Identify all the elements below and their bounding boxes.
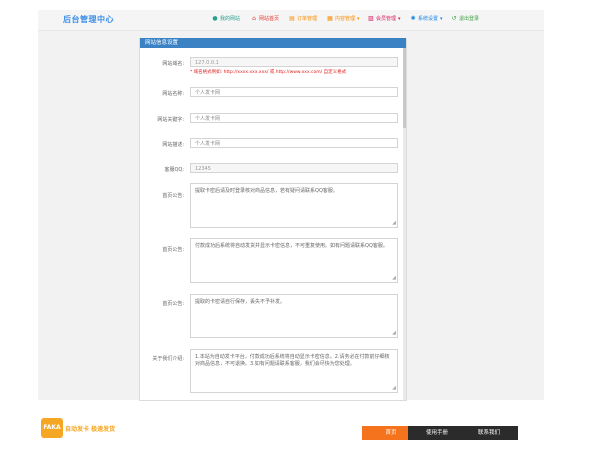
- nav-item-content[interactable]: ▦ 内容管理 ▾: [327, 15, 360, 22]
- nav-label: 系统设置: [418, 16, 439, 22]
- nav-item-home[interactable]: ⌂ 网站首页: [251, 15, 279, 22]
- nav-label: 网站首页: [259, 16, 280, 22]
- nav-label: 订单管理: [297, 16, 318, 22]
- description-field[interactable]: 个人发卡网: [190, 138, 398, 148]
- about-textarea[interactable]: 1.本站为自动发卡平台，付款成功后系统将自动显示卡密信息。2.请务必在付款前仔细…: [190, 349, 398, 393]
- nav-label: 会员管理: [376, 16, 397, 22]
- keywords-label: 网站关键字:: [157, 117, 184, 123]
- nav-item-members[interactable]: ▨ 会员管理 ▾: [368, 15, 401, 22]
- nav-label: 我的网站: [220, 16, 241, 22]
- panel-title: 网站信息设置: [140, 38, 406, 48]
- panel-scrollbar[interactable]: [403, 48, 406, 400]
- logout-icon: ↺: [451, 15, 457, 22]
- notice1-text: 提取卡密后请及时登录核对商品信息，若有疑问请联系QQ客服。: [195, 188, 338, 194]
- list-icon: ▤: [289, 15, 295, 22]
- nav-item-orders[interactable]: ▤ 订单管理: [289, 15, 317, 22]
- nav-label: 内容管理: [335, 16, 356, 22]
- about-text: 1.本站为自动发卡平台，付款成功后系统将自动显示卡密信息。2.请务必在付款前仔细…: [195, 354, 390, 367]
- scrollbar-thumb[interactable]: [403, 48, 406, 128]
- nav-label: 退出登录: [459, 16, 480, 22]
- resize-grip-icon[interactable]: ◢: [392, 276, 396, 281]
- person-icon: ●: [212, 15, 218, 22]
- notice3-textarea[interactable]: 提取的卡密请自行保存，丢失不予补发。 ◢: [190, 294, 398, 338]
- chevron-down-icon: ▾: [357, 15, 360, 22]
- notice2-textarea[interactable]: 付款成功后系统将自动发货并显示卡密信息，不可重复使用。如有问题请联系QQ客服。 …: [190, 238, 398, 283]
- notice3-label: 首页公告:: [162, 301, 184, 307]
- domain-label: 网站域名:: [162, 61, 184, 67]
- site-name-label: 网站名称:: [162, 91, 184, 97]
- nav-item-logout[interactable]: ↺ 退出登录: [451, 15, 479, 22]
- qq-field[interactable]: 12345: [190, 163, 398, 173]
- about-label: 关于我们介绍:: [152, 356, 184, 362]
- chevron-down-icon: ▾: [440, 15, 443, 22]
- logo-text: 自动发卡 极速发货: [65, 425, 116, 433]
- keywords-field[interactable]: 个人发卡网: [190, 113, 398, 123]
- notice3-text: 提取的卡密请自行保存，丢失不予补发。: [195, 299, 286, 305]
- resize-grip-icon[interactable]: ◢: [392, 386, 396, 391]
- site-name-field[interactable]: 个人发卡网: [190, 87, 398, 97]
- footer-manual-button[interactable]: 使用手册: [408, 426, 466, 440]
- domain-hint: * 域名格式例如: http://xxxx.xxx.xxx/ 或 http://…: [190, 70, 347, 75]
- notice1-label: 首页公告:: [162, 193, 184, 199]
- notice2-text: 付款成功后系统将自动发货并显示卡密信息，不可重复使用。如有问题请联系QQ客服。: [195, 243, 388, 249]
- footer-contact-button[interactable]: 联系我们: [460, 426, 518, 440]
- home-icon: ⌂: [252, 15, 256, 22]
- description-label: 网站描述:: [162, 142, 184, 148]
- domain-field[interactable]: 127.0.0.1: [190, 57, 398, 67]
- resize-grip-icon[interactable]: ◢: [392, 331, 396, 336]
- nav-item-my-site[interactable]: ● 我的网站: [212, 15, 240, 22]
- notice2-label: 首页公告:: [162, 247, 184, 253]
- nav-item-settings[interactable]: ✺ 系统设置 ▾: [410, 15, 443, 22]
- doc-icon: ▦: [327, 15, 333, 22]
- footer-logo[interactable]: FAKA 自动发卡 极速发货: [41, 418, 115, 438]
- chevron-down-icon: ▾: [398, 15, 401, 22]
- notice1-textarea[interactable]: 提取卡密后请及时登录核对商品信息，若有疑问请联系QQ客服。 ◢: [190, 183, 398, 228]
- site-settings-panel: 网站信息设置 网站域名: 127.0.0.1 * 域名格式例如: http://…: [139, 38, 407, 401]
- logo-mark: FAKA: [41, 418, 63, 438]
- app-title: 后台管理中心: [63, 15, 114, 24]
- qq-label: 客服QQ:: [164, 167, 184, 173]
- users-icon: ▨: [368, 15, 374, 22]
- gear-icon: ✺: [410, 15, 416, 22]
- resize-grip-icon[interactable]: ◢: [392, 221, 396, 226]
